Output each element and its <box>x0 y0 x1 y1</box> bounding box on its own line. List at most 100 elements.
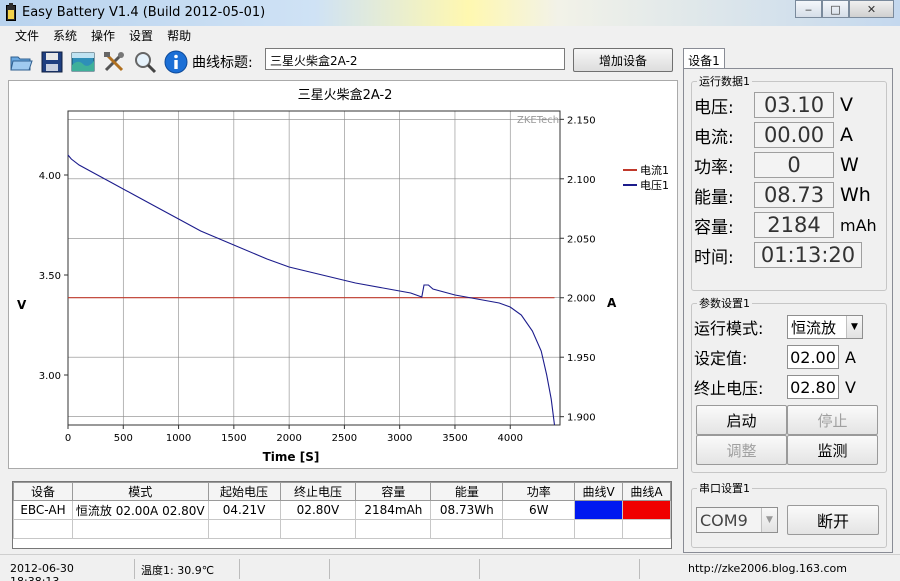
y-right-tick-label: 2.050 <box>567 234 596 245</box>
time-value: 01:13:20 <box>754 242 862 268</box>
mode-select-value: 恒流放 <box>791 318 837 337</box>
chart-legend: 电流1 电压1 <box>623 163 669 192</box>
chart-ticks: 0 500 1000 1500 2000 2500 3000 3500 4000 1.900 1.9… <box>39 115 596 444</box>
setpoint-input[interactable]: 02.00 <box>787 345 839 369</box>
table-header-row: 设备 模式 起始电压 终止电压 容量 能量 功率 曲线V 曲线A <box>13 482 671 501</box>
param-legend: 参数设置1 <box>699 297 750 310</box>
col-capacity[interactable]: 容量 <box>355 482 432 501</box>
status-empty-1 <box>239 559 329 579</box>
main-area: 曲线标题: 三星火柴盒2A-2 增加设备 0 500 1000 1500 2000 250… <box>0 44 900 581</box>
col-end-voltage[interactable]: 终止电压 <box>279 482 357 501</box>
menu-file[interactable]: 文件 <box>10 26 44 44</box>
maximize-button[interactable]: □ <box>822 0 849 18</box>
device-table: 设备 模式 起始电压 终止电压 容量 能量 功率 曲线V 曲线A EBC-AH … <box>12 481 672 549</box>
stop-button[interactable]: 停止 <box>787 405 878 435</box>
x-tick-label: 500 <box>114 433 133 444</box>
status-datetime: 2012-06-30 18:38:13 <box>10 562 74 581</box>
port-select-value: COM9 <box>700 510 748 530</box>
menu-help[interactable]: 帮助 <box>162 26 196 44</box>
legend-voltage-label: 电压1 <box>640 179 669 192</box>
col-curve-v[interactable]: 曲线V <box>574 482 624 501</box>
setpoint-row: 设定值: 02.00 A <box>694 345 856 369</box>
current-unit: A <box>840 124 853 146</box>
chart-series <box>67 154 556 426</box>
cell-power: 6W <box>502 500 576 520</box>
title-bar: Easy Battery V1.4 (Build 2012-05-01) ‒ □… <box>0 0 900 26</box>
chart-area: 0 500 1000 1500 2000 2500 3000 3500 4000 1.900 1.9… <box>8 80 678 469</box>
curve-title-input[interactable]: 三星火柴盒2A-2 <box>265 48 565 70</box>
window-controls: ‒ □ ✕ <box>795 0 894 18</box>
col-curve-a[interactable]: 曲线A <box>622 482 671 501</box>
cutoff-row: 终止电压: 02.80 V <box>694 375 856 399</box>
open-folder-icon[interactable] <box>8 49 34 75</box>
cell-capacity: 2184mAh <box>355 500 432 520</box>
table-row[interactable]: EBC-AH 恒流放 02.00A 02.80V 04.21V 02.80V 2… <box>13 500 671 520</box>
y-right-tick-label: 2.100 <box>567 175 596 186</box>
x-tick-label: 0 <box>65 433 71 444</box>
device-panel: 运行数据1 电压: 03.10 V 电流: 00.00 A 功率: 0 W 能量… <box>683 68 893 553</box>
minimize-button[interactable]: ‒ <box>795 0 822 18</box>
menu-settings[interactable]: 设置 <box>124 26 158 44</box>
cell-start-voltage: 04.21V <box>207 500 281 520</box>
x-tick-label: 1500 <box>221 433 246 444</box>
time-label: 时间: <box>694 247 734 268</box>
energy-row: 能量: 08.73 Wh <box>694 182 871 208</box>
plot-frame <box>67 110 561 426</box>
menu-bar: 文件 系统 操作 设置 帮助 <box>0 26 900 44</box>
col-device[interactable]: 设备 <box>13 482 73 501</box>
adjust-button[interactable]: 调整 <box>696 435 787 465</box>
cell-end-voltage: 02.80V <box>279 500 357 520</box>
cutoff-input[interactable]: 02.80 <box>787 375 839 399</box>
run-data-legend: 运行数据1 <box>699 75 750 88</box>
status-empty-2 <box>329 559 479 579</box>
col-power[interactable]: 功率 <box>502 482 576 501</box>
cell-energy: 08.73Wh <box>430 500 504 520</box>
y-right-tick-label: 1.950 <box>567 353 596 364</box>
current-label: 电流: <box>694 127 734 148</box>
capacity-label: 容量: <box>694 217 734 238</box>
cell-curve-a-color[interactable] <box>622 500 671 520</box>
save-icon[interactable] <box>39 49 65 75</box>
status-bar: 2012-06-30 18:38:13 温度1: 30.9℃ http://zk… <box>0 554 900 581</box>
disconnect-button[interactable]: 断开 <box>787 505 879 535</box>
time-row: 时间: 01:13:20 <box>694 242 862 268</box>
y-right-tick-label: 1.900 <box>567 413 596 424</box>
port-select[interactable]: COM9 ▼ <box>696 507 778 533</box>
curve-title-label: 曲线标题: <box>192 55 253 71</box>
table-row-empty <box>13 519 671 539</box>
close-button[interactable]: ✕ <box>849 0 894 18</box>
mode-label: 运行模式: <box>694 319 764 338</box>
capacity-value: 2184 <box>754 212 834 238</box>
info-icon[interactable] <box>163 49 189 75</box>
x-tick-label: 2500 <box>332 433 357 444</box>
x-tick-label: 4000 <box>498 433 523 444</box>
cell-mode: 恒流放 02.00A 02.80V <box>71 500 209 520</box>
y-left-tick-label: 3.00 <box>39 371 61 382</box>
serial-legend: 串口设置1 <box>699 482 750 495</box>
capacity-unit: mAh <box>840 215 877 235</box>
tab-device-1[interactable]: 设备1 <box>683 48 725 69</box>
x-tick-label: 2000 <box>276 433 301 444</box>
status-temperature: 温度1: 30.9℃ <box>134 559 239 579</box>
menu-system[interactable]: 系统 <box>48 26 82 44</box>
chevron-down-icon[interactable]: ▼ <box>761 508 777 532</box>
col-mode[interactable]: 模式 <box>71 482 209 501</box>
chevron-down-icon[interactable]: ▼ <box>846 316 862 338</box>
power-value: 0 <box>754 152 834 178</box>
y-right-tick-label: 2.000 <box>567 294 596 305</box>
col-start-voltage[interactable]: 起始电压 <box>207 482 281 501</box>
voltage-unit: V <box>840 94 853 116</box>
chart-image-icon[interactable] <box>70 49 96 75</box>
magnifier-icon[interactable] <box>132 49 158 75</box>
menu-operation[interactable]: 操作 <box>86 26 120 44</box>
y-axis-left-label: V <box>17 298 27 312</box>
mode-select[interactable]: 恒流放 ▼ <box>787 315 863 339</box>
energy-label: 能量: <box>694 187 734 208</box>
add-device-button[interactable]: 增加设备 <box>573 48 673 72</box>
cell-curve-v-color[interactable] <box>574 500 624 520</box>
start-button[interactable]: 启动 <box>696 405 787 435</box>
tools-icon[interactable] <box>101 49 127 75</box>
chart-title: 三星火柴盒2A-2 <box>298 87 393 103</box>
col-energy[interactable]: 能量 <box>430 482 504 501</box>
monitor-button[interactable]: 监测 <box>787 435 878 465</box>
